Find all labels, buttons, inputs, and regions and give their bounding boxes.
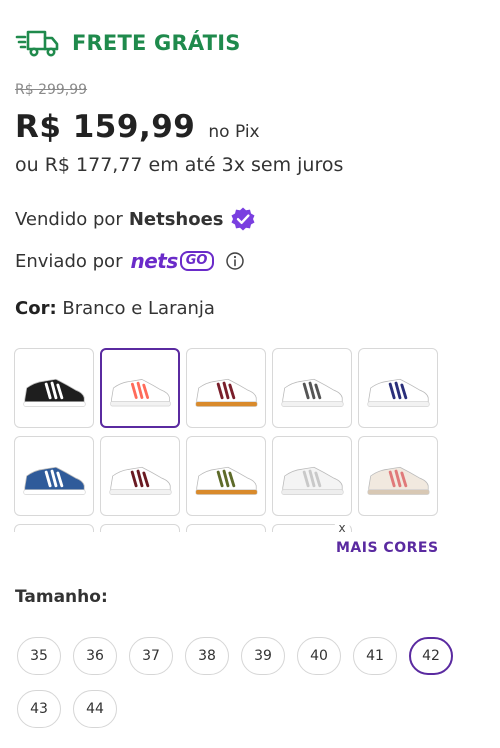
- color-value: Branco e Laranja: [62, 298, 215, 319]
- color-swatch-white-silver-stripes[interactable]: [272, 436, 352, 516]
- shipper-info: Enviado por nets GO: [15, 249, 245, 273]
- sneaker-thumbnail: [101, 525, 179, 532]
- color-selection-label: Cor: Branco e Laranja: [15, 298, 215, 319]
- sneaker-thumbnail: [195, 378, 258, 407]
- old-price: R$ 299,99: [15, 82, 88, 98]
- sneaker-thumbnail: [367, 466, 430, 495]
- free-shipping-banner: FRETE GRÁTIS: [15, 28, 241, 58]
- size-option-38[interactable]: 38: [185, 637, 229, 675]
- size-option-42[interactable]: 42: [409, 637, 453, 675]
- color-swatch-grid: [14, 348, 444, 532]
- price-payment-note: no Pix: [208, 122, 260, 142]
- price-row: R$ 159,99 no Pix: [15, 109, 260, 145]
- size-option-41[interactable]: 41: [353, 637, 397, 675]
- color-swatch-white-navy-stripes[interactable]: [358, 348, 438, 428]
- sneaker-thumbnail: [367, 378, 430, 407]
- color-swatch-partial-2[interactable]: [100, 524, 180, 532]
- size-option-36[interactable]: 36: [73, 637, 117, 675]
- size-option-39[interactable]: 39: [241, 637, 285, 675]
- current-price: R$ 159,99: [15, 109, 196, 145]
- color-swatch-white-burgundy-gum[interactable]: [186, 348, 266, 428]
- size-options: 35 36 37 38 39 40 41 42 43 44: [17, 637, 457, 728]
- size-option-44[interactable]: 44: [73, 690, 117, 728]
- sneaker-thumbnail: [281, 466, 344, 495]
- sneaker-thumbnail: [281, 378, 344, 407]
- close-icon[interactable]: x: [334, 520, 350, 536]
- color-swatch-white-olive-gum[interactable]: [186, 436, 266, 516]
- size-option-40[interactable]: 40: [297, 637, 341, 675]
- color-swatch-white-maroon-red[interactable]: [100, 436, 180, 516]
- netsgo-logo-text: nets: [130, 249, 178, 273]
- color-swatch-white-orange-stripes[interactable]: [100, 348, 180, 428]
- installments-text: ou R$ 177,77 em até 3x sem juros: [15, 154, 344, 176]
- color-label: Cor:: [15, 298, 57, 319]
- sneaker-thumbnail: [195, 466, 258, 495]
- seller-prefix: Vendido por: [15, 208, 123, 230]
- delivery-truck-icon: [15, 30, 59, 57]
- info-icon[interactable]: [225, 251, 245, 271]
- sneaker-thumbnail: [109, 466, 172, 495]
- size-option-37[interactable]: 37: [129, 637, 173, 675]
- more-colors-link[interactable]: MAIS CORES: [336, 540, 439, 556]
- seller-name: Netshoes: [128, 208, 224, 230]
- verified-badge-icon: [231, 207, 255, 231]
- size-option-35[interactable]: 35: [17, 637, 61, 675]
- color-swatch-black-white-stripes[interactable]: [14, 348, 94, 428]
- sneaker-thumbnail: [15, 525, 93, 532]
- seller-info: Vendido por Netshoes: [15, 206, 256, 232]
- sneaker-thumbnail: [23, 466, 86, 495]
- shipper-prefix: Enviado por: [15, 250, 123, 272]
- netsgo-logo-badge: GO: [179, 251, 215, 271]
- sneaker-thumbnail: [187, 525, 265, 532]
- netsgo-logo: nets GO: [130, 249, 215, 273]
- sneaker-thumbnail: [110, 379, 171, 407]
- color-swatch-white-grey-stripes[interactable]: [272, 348, 352, 428]
- color-swatch-partial-1[interactable]: [14, 524, 94, 532]
- sneaker-thumbnail: [23, 378, 86, 407]
- color-swatch-cream-pink-beige[interactable]: [358, 436, 438, 516]
- size-option-43[interactable]: 43: [17, 690, 61, 728]
- color-swatch-blue-white-stripes[interactable]: [14, 436, 94, 516]
- size-label: Tamanho:: [15, 587, 108, 607]
- free-shipping-label: FRETE GRÁTIS: [72, 31, 241, 55]
- color-swatch-partial-3[interactable]: [186, 524, 266, 532]
